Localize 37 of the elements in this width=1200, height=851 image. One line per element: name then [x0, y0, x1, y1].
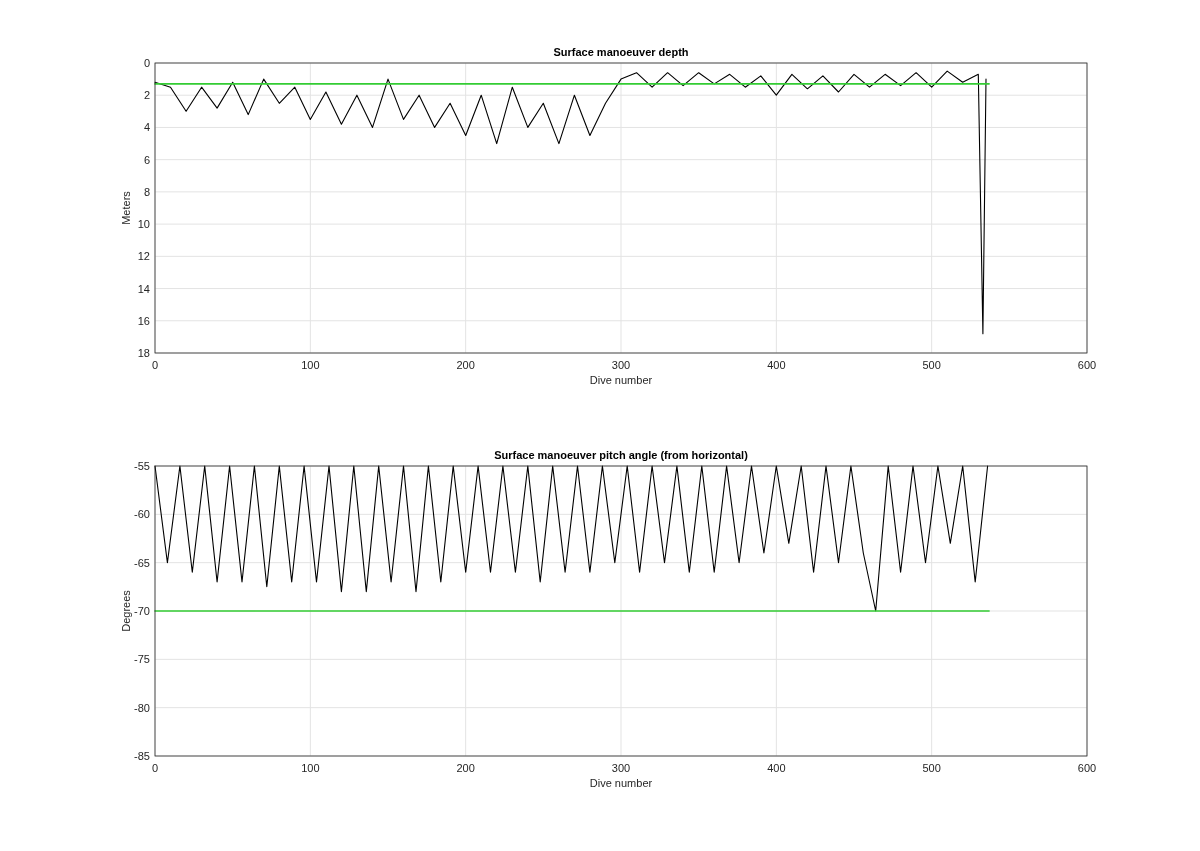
- tick-label: 500: [922, 762, 941, 774]
- tick-label: 14: [137, 282, 150, 295]
- tick-label: 16: [137, 314, 150, 327]
- tick-label: 8: [143, 185, 150, 198]
- tick-label: 300: [611, 762, 631, 774]
- tick-label: 100: [301, 359, 320, 371]
- tick-label: -85: [134, 750, 150, 762]
- tick-label: 400: [767, 359, 786, 371]
- tick-label: -65: [134, 556, 150, 569]
- tick-label: 4: [143, 121, 150, 134]
- tick-label: -60: [134, 508, 150, 521]
- tick-label: 200: [456, 359, 475, 371]
- tick-label: 400: [767, 762, 786, 774]
- tick-label: 0: [151, 762, 159, 774]
- tick-label: 18: [137, 347, 150, 359]
- x-axis-label: Dive number: [589, 777, 653, 789]
- tick-label: 500: [922, 359, 941, 371]
- tick-label: 12: [137, 250, 150, 263]
- tick-label: 600: [1077, 762, 1097, 774]
- x-axis-label: Dive number: [589, 374, 653, 386]
- y-axis-label: Degrees: [120, 590, 132, 632]
- y-axis-label: Meters: [120, 191, 132, 225]
- tick-label: -55: [134, 460, 150, 472]
- tick-label: -70: [134, 605, 150, 617]
- tick-label: 6: [143, 153, 150, 166]
- tick-label: -75: [134, 653, 150, 666]
- tick-label: 2: [143, 89, 150, 102]
- tick-label: 0: [143, 57, 150, 69]
- tick-label: -80: [134, 701, 150, 714]
- chart-title: Surface manoeuver pitch angle (from horizontal): [494, 449, 748, 461]
- tick-label: 0: [151, 359, 159, 371]
- tick-label: 10: [137, 218, 150, 231]
- chart-title: Surface manoeuver depth: [553, 46, 689, 58]
- tick-label: 100: [301, 762, 320, 774]
- tick-label: 600: [1077, 359, 1097, 371]
- tick-label: 200: [456, 762, 475, 774]
- tick-label: 300: [611, 359, 631, 371]
